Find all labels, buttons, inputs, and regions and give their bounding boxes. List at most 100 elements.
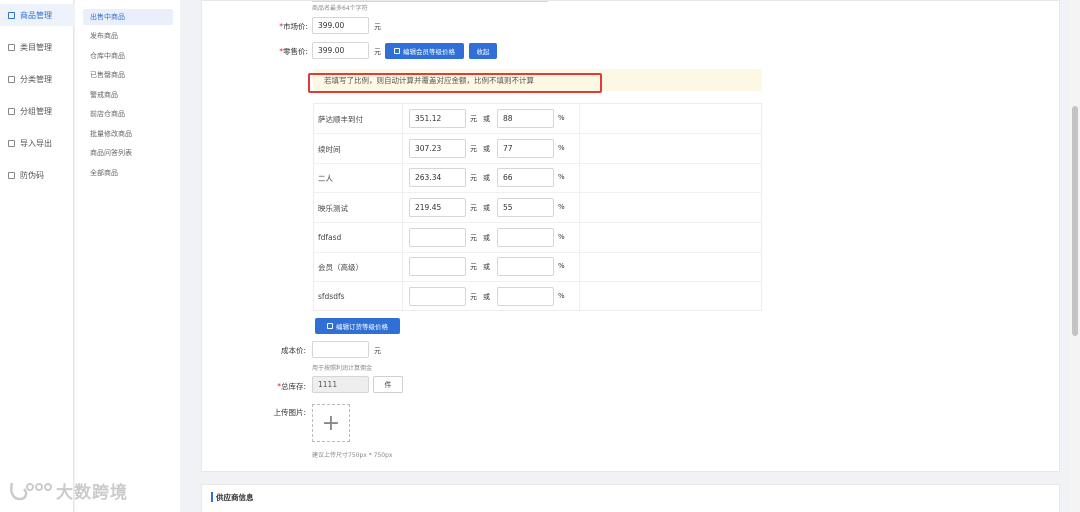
secondary-sidebar: 出售中商品 发布商品 仓库中商品 已售罄商品 警戒商品 前店仓商品 批量修改商品…	[75, 0, 180, 512]
member-amount-input[interactable]: 307.23	[409, 139, 466, 158]
upload-image-label: 上传图片:	[273, 408, 306, 417]
percent-sign: %	[558, 262, 565, 270]
edit-order-price-button[interactable]: 编辑订货等级价格	[315, 318, 400, 334]
member-percent-input[interactable]: 77	[497, 139, 554, 158]
member-percent-input[interactable]: 55	[497, 198, 554, 217]
subnav-item-qa-list[interactable]: 商品问答列表	[83, 145, 173, 161]
subnav-item-front-store[interactable]: 前店仓商品	[83, 106, 173, 122]
percent-sign: %	[558, 114, 565, 122]
nav-item-group[interactable]: 分组管理	[0, 100, 74, 122]
total-stock-label: *总库存:	[246, 381, 306, 392]
cost-price-hint: 用于按照利润计算佣金	[312, 365, 373, 372]
market-price-label: *市场价:	[248, 21, 308, 32]
or-text: 或	[483, 293, 490, 301]
goods-icon	[8, 11, 15, 19]
total-stock-input: 1111	[312, 376, 369, 393]
subnav-item-all[interactable]: 全部商品	[83, 165, 173, 181]
member-level-name: fdfasd	[318, 233, 342, 242]
subnav-item-batch-edit[interactable]: 批量修改商品	[83, 126, 173, 142]
supplier-section-title: 供应商信息	[216, 493, 254, 502]
subnav-item-warehouse[interactable]: 仓库中商品	[83, 48, 173, 64]
nav-item-import-export[interactable]: 导入导出	[0, 132, 74, 154]
edit-icon	[327, 323, 333, 329]
nav-item-goods[interactable]: 商品管理	[0, 4, 74, 26]
member-amount-input[interactable]: 219.45	[409, 198, 466, 217]
member-level-name: 映乐测试	[318, 204, 348, 213]
member-percent-input[interactable]	[497, 228, 554, 247]
product-name-hint: 商品名最多64个字符	[312, 5, 368, 12]
supplier-panel	[201, 484, 1060, 512]
retail-price-input[interactable]: 399.00	[312, 42, 369, 59]
nav-item-anti-fake[interactable]: 防伪码	[0, 164, 74, 186]
nav-label: 商品管理	[20, 10, 52, 20]
retail-price-label: *零售价:	[248, 46, 308, 57]
market-price-input[interactable]: 399.00	[312, 17, 369, 34]
yuan-unit: 元	[470, 234, 477, 242]
edit-member-price-label: 编辑会员等级价格	[403, 48, 455, 56]
classify-icon	[8, 75, 15, 83]
nav-label: 分组管理	[20, 106, 52, 116]
nav-label: 导入导出	[20, 138, 52, 148]
subnav-item-sold-out[interactable]: 已售罄商品	[83, 67, 173, 83]
member-price-row: sfdsdfs 元 或 %	[314, 282, 761, 312]
nav-item-classify[interactable]: 分类管理	[0, 68, 74, 90]
member-amount-input[interactable]: 351.12	[409, 109, 466, 128]
watermark: 大数跨境	[8, 478, 128, 503]
member-level-name: 萨达顺丰到付	[318, 115, 363, 124]
nav-item-category[interactable]: 类目管理	[0, 36, 74, 58]
percent-sign: %	[558, 233, 565, 241]
or-text: 或	[483, 204, 490, 212]
yuan-unit: 元	[470, 293, 477, 301]
subnav-item-alert[interactable]: 警戒商品	[83, 87, 173, 103]
edit-icon	[394, 48, 400, 54]
member-amount-input[interactable]	[409, 287, 466, 306]
member-level-name: 会员（高级）	[318, 263, 363, 272]
member-level-name: sfdsdfs	[318, 292, 345, 301]
primary-sidebar: 商品管理 类目管理 分类管理 分组管理 导入导出 防伪码	[0, 0, 74, 512]
big-data-logo-icon	[10, 482, 52, 500]
edit-member-price-button[interactable]: 编辑会员等级价格	[385, 43, 464, 59]
member-amount-input[interactable]	[409, 228, 466, 247]
collapse-button[interactable]: 收起	[469, 43, 497, 59]
edit-order-price-label: 编辑订货等级价格	[336, 323, 388, 331]
yuan-unit: 元	[470, 204, 477, 212]
watermark-text: 大数跨境	[56, 483, 128, 503]
percent-sign: %	[558, 144, 565, 152]
percent-sign: %	[558, 292, 565, 300]
or-text: 或	[483, 174, 490, 182]
subnav-item-publish[interactable]: 发布商品	[83, 28, 173, 44]
member-amount-input[interactable]	[409, 257, 466, 276]
scrollbar-thumb[interactable]	[1072, 106, 1078, 336]
or-text: 或	[483, 145, 490, 153]
member-price-row: 萨达顺丰到付 351.12 元 或 88 %	[314, 104, 761, 134]
upload-image-box[interactable]: +	[312, 404, 350, 442]
member-percent-input[interactable]	[497, 257, 554, 276]
market-price-label-text: 市场价:	[282, 22, 308, 31]
cost-price-input[interactable]	[312, 341, 369, 358]
yuan-unit: 元	[470, 145, 477, 153]
member-price-row: 二人 263.34 元 或 66 %	[314, 163, 761, 193]
total-stock-label-text: 总库存:	[280, 382, 306, 391]
anti-fake-icon	[8, 171, 15, 179]
yuan-unit: 元	[470, 263, 477, 271]
product-name-input-edge[interactable]	[312, 0, 548, 2]
member-percent-input[interactable]	[497, 287, 554, 306]
member-percent-input[interactable]: 88	[497, 109, 554, 128]
yuan-unit: 元	[470, 115, 477, 123]
nav-label: 分类管理	[20, 74, 52, 84]
highlight-annotation-box	[308, 73, 602, 93]
member-price-row: 映乐测试 219.45 元 或 55 %	[314, 193, 761, 223]
market-price-unit: 元	[374, 23, 381, 31]
retail-price-unit: 元	[374, 48, 381, 56]
retail-price-label-text: 零售价:	[282, 47, 308, 56]
or-text: 或	[483, 234, 490, 242]
group-icon	[8, 107, 15, 115]
member-amount-input[interactable]: 263.34	[409, 168, 466, 187]
cost-price-unit: 元	[374, 347, 381, 355]
subnav-item-on-sale[interactable]: 出售中商品	[83, 9, 173, 25]
import-export-icon	[8, 139, 15, 147]
member-percent-input[interactable]: 66	[497, 168, 554, 187]
section-accent-bar	[211, 492, 213, 502]
stock-unit-button[interactable]: 件	[373, 376, 403, 393]
percent-sign: %	[558, 203, 565, 211]
